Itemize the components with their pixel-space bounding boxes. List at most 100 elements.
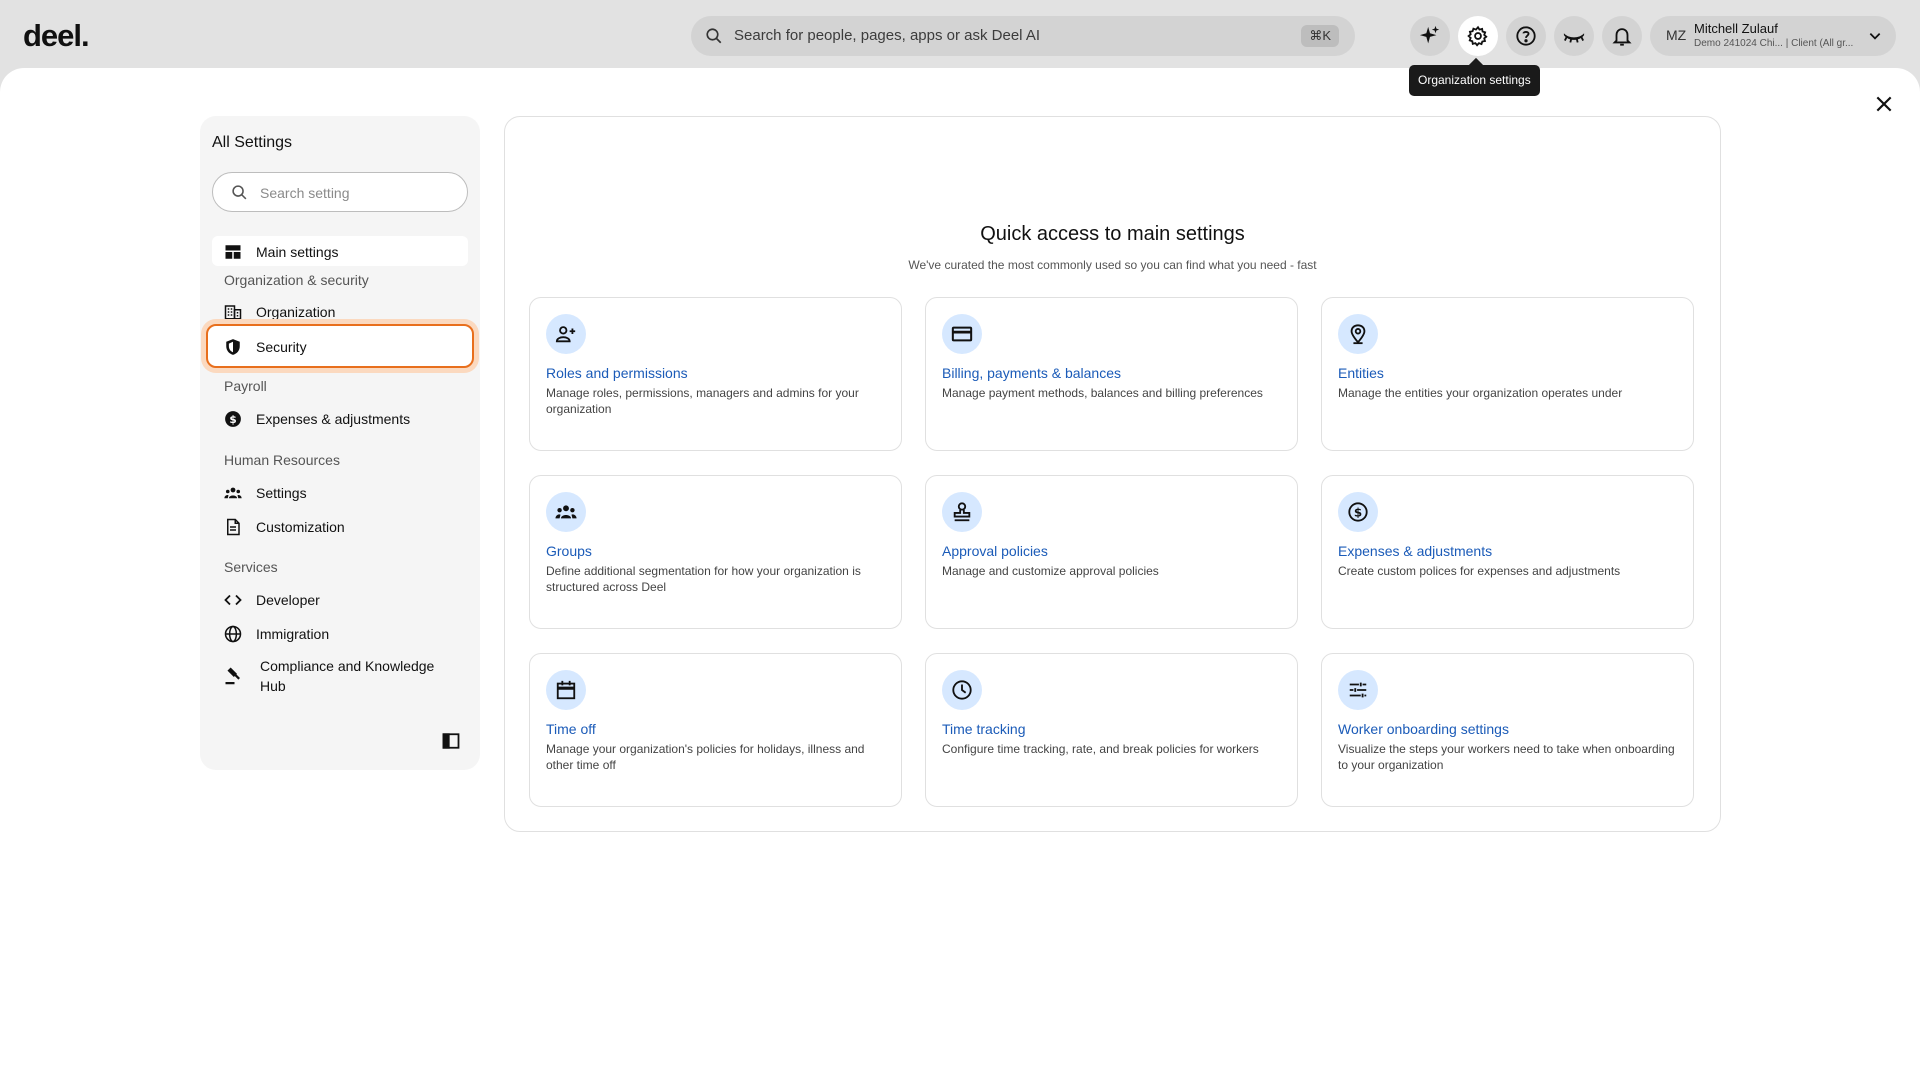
card-description: Define additional segmentation for how y… (546, 564, 861, 594)
sidebar-item-label: Developer (256, 592, 320, 608)
card-description: Manage roles, permissions, managers and … (546, 386, 859, 416)
card-worker-onboarding[interactable]: Worker onboarding settings Visualize the… (1321, 653, 1694, 807)
clock-icon (942, 670, 982, 710)
sidebar-item-label: Expenses & adjustments (256, 411, 411, 427)
sparkle-icon (1419, 25, 1440, 44)
card-title: Expenses & adjustments (1338, 543, 1493, 559)
location-pin-icon (1338, 314, 1378, 354)
section-human-resources: Human Resources (224, 452, 340, 468)
hide-sensitive-data-button[interactable] (1554, 16, 1594, 56)
card-description: Visualize the steps your workers need to… (1338, 742, 1675, 772)
gavel-icon (225, 667, 240, 685)
sidebar-item-main-settings[interactable]: Main settings (212, 236, 468, 266)
help-circle-icon (1516, 26, 1536, 46)
card-approval-policies[interactable]: Approval policies Manage and customize a… (925, 475, 1298, 629)
section-payroll: Payroll (224, 378, 267, 394)
card-description: Configure time tracking, rate, and break… (942, 742, 1259, 756)
deel-logo[interactable]: deel. (23, 18, 90, 54)
globe-icon (224, 625, 242, 643)
card-description: Manage your organization's policies for … (546, 742, 865, 772)
avatar: MZ (1666, 27, 1687, 43)
sidebar-title: All Settings (212, 134, 293, 151)
svg-text:$: $ (229, 414, 236, 426)
card-title: Approval policies (942, 543, 1048, 559)
card-title: Entities (1338, 365, 1384, 381)
help-button[interactable] (1506, 16, 1546, 56)
user-profile-menu[interactable]: MZ Mitchell Zulauf Demo 241024 Chi... | … (1650, 16, 1896, 56)
sliders-icon (1338, 670, 1378, 710)
card-description: Create custom polices for expenses and a… (1338, 564, 1621, 578)
people-icon (224, 487, 242, 499)
sidebar-item-label: Customization (256, 519, 345, 535)
shield-icon (226, 339, 240, 355)
document-icon (227, 518, 240, 536)
card-description: Manage payment methods, balances and bil… (942, 386, 1263, 400)
calendar-icon (546, 670, 586, 710)
section-org-security: Organization & security (224, 272, 369, 288)
code-icon (224, 594, 242, 606)
card-title: Billing, payments & balances (942, 365, 1121, 381)
sidebar-item-label: Settings (256, 485, 307, 501)
ai-assistant-button[interactable] (1410, 16, 1450, 56)
sidebar-item-label: Security (256, 339, 307, 355)
sidebar-item-security[interactable]: Security (206, 324, 474, 368)
dashboard-icon (225, 245, 241, 259)
sidebar-item-label: Compliance and Knowledge Hub (260, 658, 435, 694)
collapse-sidebar-icon[interactable] (442, 732, 460, 750)
card-billing[interactable]: Billing, payments & balances Manage paym… (925, 297, 1298, 451)
settings-sidebar: All Settings Search setting Main setting… (200, 116, 480, 770)
card-title: Roles and permissions (546, 365, 688, 381)
card-groups[interactable]: Groups Define additional segmentation fo… (529, 475, 902, 629)
search-placeholder: Search for people, pages, apps or ask De… (734, 27, 1041, 44)
setting-search-input[interactable]: Search setting (212, 172, 468, 212)
dollar-circle-icon: $ (1338, 492, 1378, 532)
card-description: Manage and customize approval policies (942, 564, 1159, 578)
sidebar-item-developer[interactable]: Developer (212, 584, 468, 614)
tooltip: Organization settings (1409, 65, 1540, 96)
section-services: Services (224, 559, 278, 575)
user-plus-icon (546, 314, 586, 354)
card-title: Worker onboarding settings (1338, 721, 1509, 737)
page-title: Quick access to main settings (980, 223, 1245, 245)
top-bar: deel. Search for people, pages, apps or … (0, 0, 1920, 70)
global-search-input[interactable]: Search for people, pages, apps or ask De… (691, 16, 1355, 56)
card-roles-permissions[interactable]: Roles and permissions Manage roles, perm… (529, 297, 902, 451)
card-title: Time off (546, 721, 596, 737)
chevron-down-icon (1869, 33, 1881, 40)
card-time-off[interactable]: Time off Manage your organization's poli… (529, 653, 902, 807)
sidebar-item-compliance[interactable]: Compliance and Knowledge Hub (212, 654, 468, 698)
sidebar-item-expenses[interactable]: $ Expenses & adjustments (212, 403, 468, 433)
organization-settings-button[interactable] (1458, 16, 1498, 56)
svg-text:$: $ (1354, 506, 1362, 520)
user-name: Mitchell Zulauf (1694, 21, 1778, 36)
credit-card-icon (942, 314, 982, 354)
page-subtitle: We've curated the most commonly used so … (908, 258, 1317, 272)
gear-icon (1467, 25, 1488, 47)
stamp-icon (942, 492, 982, 532)
card-title: Time tracking (942, 721, 1026, 737)
sidebar-item-label: Main settings (256, 244, 339, 260)
eye-closed-icon (1563, 33, 1585, 43)
card-entities[interactable]: Entities Manage the entities your organi… (1321, 297, 1694, 451)
card-time-tracking[interactable]: Time tracking Configure time tracking, r… (925, 653, 1298, 807)
sidebar-item-organization[interactable]: Organization (212, 296, 468, 326)
notifications-button[interactable] (1602, 16, 1642, 56)
sidebar-item-immigration[interactable]: Immigration (212, 618, 468, 648)
sidebar-item-label: Organization (256, 304, 336, 320)
bell-icon (1612, 28, 1632, 46)
search-shortcut-badge: ⌘K (1301, 25, 1339, 47)
card-title: Groups (546, 543, 592, 559)
sidebar-item-customization[interactable]: Customization (212, 511, 468, 541)
dollar-circle-icon: $ (225, 411, 241, 427)
card-expenses-adjustments[interactable]: $ Expenses & adjustments Create custom p… (1321, 475, 1694, 629)
setting-search-placeholder: Search setting (260, 185, 350, 201)
search-icon (232, 185, 247, 200)
card-description: Manage the entities your organization op… (1338, 386, 1623, 400)
close-icon[interactable] (1874, 94, 1894, 114)
groups-icon (546, 492, 586, 532)
quick-access-panel: Quick access to main settings We've cura… (504, 116, 1721, 832)
search-icon (706, 28, 722, 44)
sidebar-item-label: Immigration (256, 626, 330, 642)
user-subtitle: Demo 241024 Chi... | Client (All gr... (1694, 38, 1854, 49)
sidebar-item-hr-settings[interactable]: Settings (212, 477, 468, 507)
